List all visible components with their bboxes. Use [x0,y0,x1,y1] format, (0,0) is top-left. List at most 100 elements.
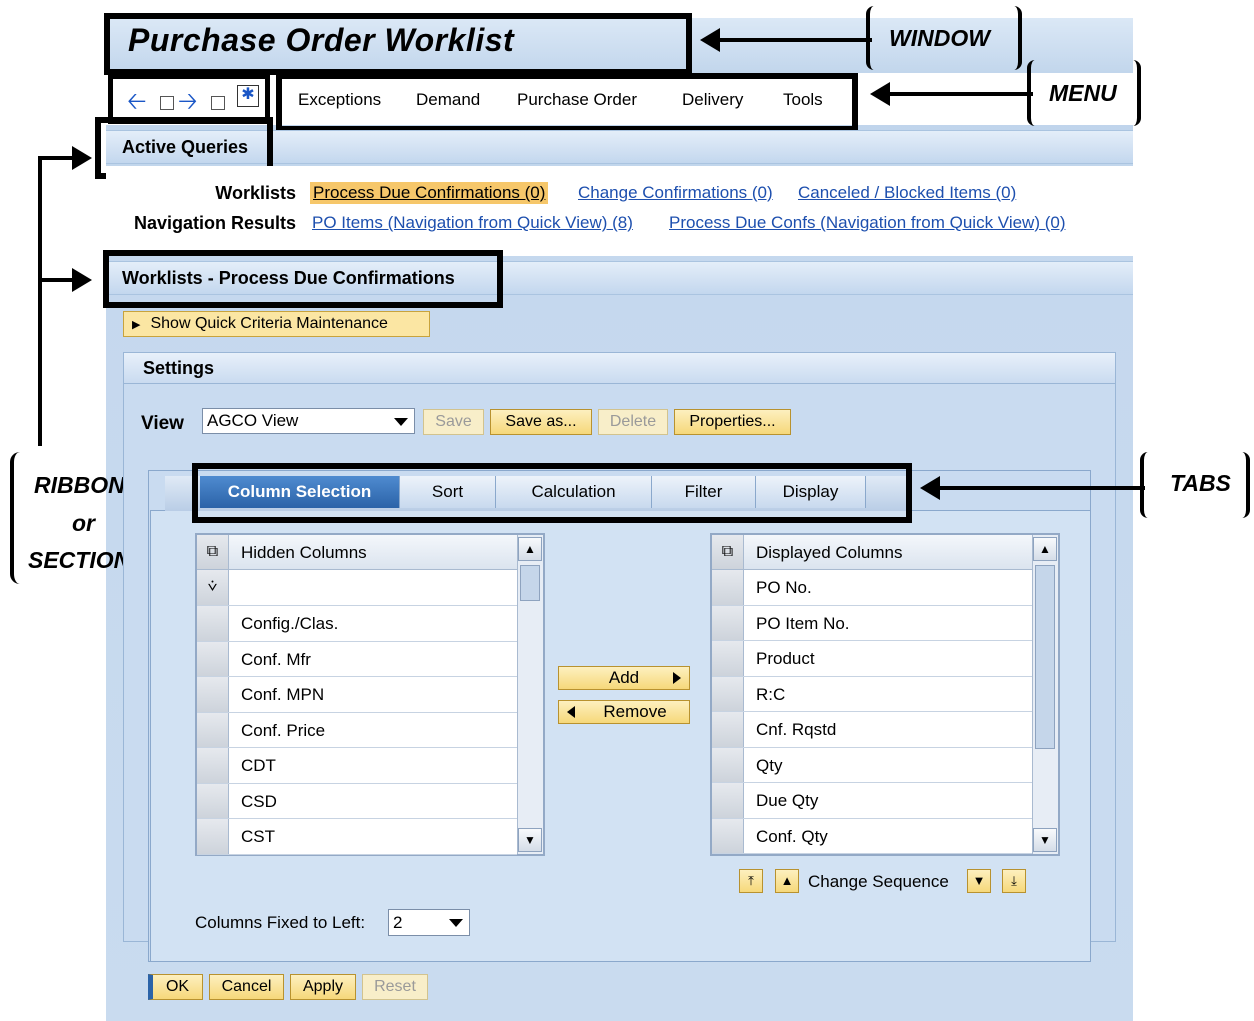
row-selector[interactable] [197,606,229,641]
row-label: R:C [756,684,786,704]
view-label: View [141,413,184,434]
row-selector[interactable] [197,641,229,676]
menu-label: MENU [1049,80,1117,106]
worklist-canceled-blocked-link[interactable]: Canceled / Blocked Items (0) [798,183,1016,203]
tabs-label: TABS [1170,470,1231,496]
move-down-icon[interactable]: ▼ [967,869,991,893]
table-row[interactable]: Conf. Mfr [197,641,517,677]
columns-fixed-value: 2 [393,913,403,932]
ribbons-arrowhead-top [72,146,92,170]
row-label: CSD [241,791,277,811]
hidden-columns-filter-row: ⩒ [197,570,517,606]
row-selector[interactable] [712,570,744,605]
table-row[interactable]: Conf. Price [197,712,517,748]
row-label: CDT [241,756,276,775]
table-row[interactable]: Due Qty [712,783,1032,819]
table-row[interactable]: Cnf. Rqstd [712,712,1032,748]
remove-button[interactable]: Remove [558,700,690,724]
properties-button[interactable]: Properties... [674,409,791,435]
menu-item-delivery[interactable]: Delivery [682,90,743,110]
row-selector[interactable] [712,605,744,640]
view-select[interactable]: AGCO View [202,408,415,434]
columns-fixed-select[interactable]: 2 [388,909,470,936]
table-row[interactable]: PO Item No. [712,605,1032,641]
menu-item-tools[interactable]: Tools [783,90,823,110]
menu-arrow [885,92,1033,96]
select-all-icon[interactable]: ⧉ [197,535,229,569]
delete-button[interactable]: Delete [598,409,668,435]
apply-button[interactable]: Apply [290,974,356,1000]
menu-item-demand[interactable]: Demand [416,90,480,110]
scroll-thumb[interactable] [520,565,540,601]
save-as-button[interactable]: Save as... [490,409,592,435]
table-row[interactable]: CDT [197,748,517,784]
menu-item-purchase-order[interactable]: Purchase Order [517,90,637,110]
move-to-top-icon[interactable]: ⤒ [739,869,763,893]
row-label: Config./Clas. [241,614,339,633]
move-up-icon[interactable]: ▲ [775,869,799,893]
row-selector[interactable] [197,712,229,747]
scroll-down-icon[interactable]: ▼ [1033,828,1057,852]
chevron-down-icon [394,418,408,426]
table-row[interactable]: PO No. [712,570,1032,606]
tabs-arrow [935,486,1145,490]
arrow-right-icon [673,672,681,684]
show-quick-criteria-button[interactable]: ▶ Show Quick Criteria Maintenance [123,311,430,337]
queries-body [106,166,1133,256]
row-selector[interactable] [197,677,229,712]
hidden-columns-filter-input[interactable] [229,570,499,605]
displayed-columns-header: ⧉ Displayed Columns [712,535,1032,570]
row-label: PO No. [756,578,812,597]
row-label: Conf. Price [241,720,326,740]
add-button[interactable]: Add [558,666,690,690]
cancel-button[interactable]: Cancel [209,974,284,1000]
table-row[interactable]: Qty [712,747,1032,783]
row-selector[interactable] [712,641,744,676]
row-selector[interactable] [712,783,744,818]
scroll-thumb[interactable] [1035,565,1055,749]
row-selector[interactable] [197,783,229,818]
table-row[interactable]: Conf. MPN [197,677,517,713]
filter-icon[interactable]: ⩒ [197,570,229,605]
displayed-columns-header-label: Displayed Columns [756,543,903,562]
save-button[interactable]: Save [423,409,484,435]
menu-item-exceptions[interactable]: Exceptions [298,90,381,110]
select-all-icon[interactable]: ⧉ [712,535,744,569]
table-row[interactable]: Config./Clas. [197,606,517,642]
window-label: WINDOW [889,25,990,51]
move-to-bottom-icon[interactable]: ⤓ [1002,869,1026,893]
table-row[interactable]: CSD [197,783,517,819]
row-selector[interactable] [197,819,229,854]
worklist-process-due-link[interactable]: Process Due Confirmations (0) [310,182,549,204]
displayed-columns-scrollbar[interactable]: ▲ ▼ [1032,535,1058,854]
worklist-change-confirmations-link[interactable]: Change Confirmations (0) [578,183,773,203]
row-selector[interactable] [712,747,744,782]
row-selector[interactable] [712,818,744,853]
hidden-columns-table: ⧉ Hidden Columns ⩒ Config./Clas. Conf. Mf… [195,533,545,856]
row-label: PO Item No. [756,613,850,633]
scroll-up-icon[interactable]: ▲ [518,537,542,561]
ribbons-vertical-line [38,156,42,446]
hidden-columns-scrollbar[interactable]: ▲ ▼ [517,535,543,854]
arrow-left-icon [567,706,575,718]
nav-po-items-link[interactable]: PO Items (Navigation from Quick View) (8… [312,213,633,233]
hidden-columns-rows: Config./Clas. Conf. Mfr Conf. MPN Conf. Pri… [197,606,517,855]
table-row[interactable]: R:C [712,676,1032,712]
table-row[interactable]: Conf. Qty [712,818,1032,854]
row-selector[interactable] [712,676,744,711]
table-row[interactable]: Product [712,641,1032,677]
scroll-up-icon[interactable]: ▲ [1033,537,1057,561]
quick-criteria-label: Show Quick Criteria Maintenance [150,315,388,332]
row-selector[interactable] [712,712,744,747]
scroll-down-icon[interactable]: ▼ [518,828,542,852]
ok-button[interactable]: OK [148,974,203,1000]
row-label: Qty [756,755,783,775]
table-row[interactable]: CST [197,819,517,855]
reset-button[interactable]: Reset [362,974,428,1000]
row-selector[interactable] [197,748,229,783]
menu-arrowhead [870,82,890,106]
nav-process-due-link[interactable]: Process Due Confs (Navigation from Quick… [669,213,1066,233]
navigation-results-label: Navigation Results [133,213,296,233]
remove-button-label: Remove [603,702,667,721]
window-arrow [712,38,872,42]
